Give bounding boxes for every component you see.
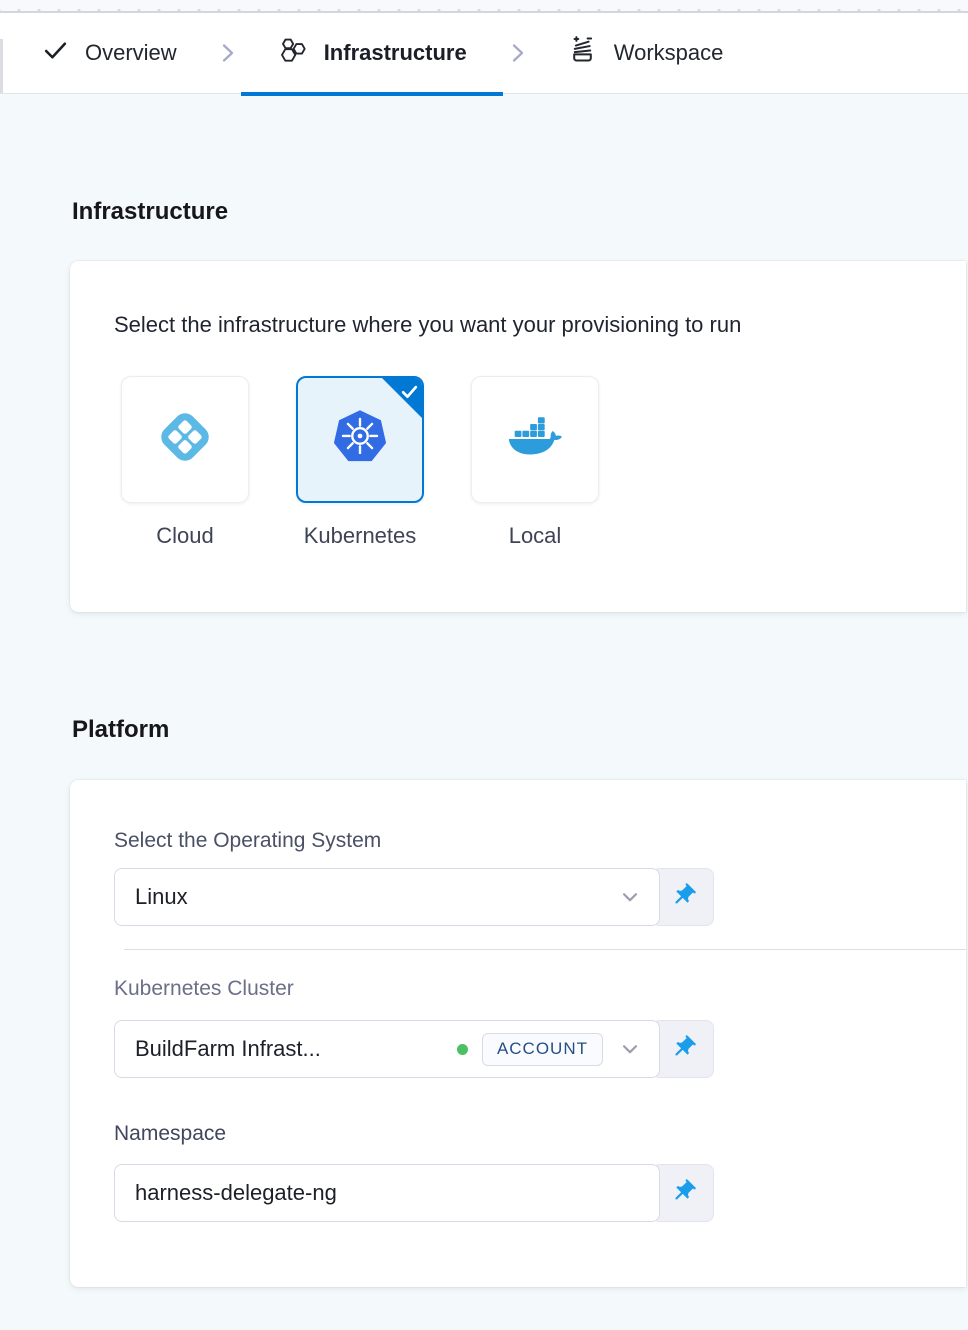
window-top-strip	[0, 0, 968, 13]
chevron-down-icon	[619, 1038, 641, 1060]
namespace-input[interactable]	[114, 1164, 660, 1222]
docker-whale-icon	[504, 406, 566, 473]
os-select-group: Linux	[114, 868, 714, 926]
pushpin-icon	[670, 1178, 697, 1208]
field-divider	[124, 949, 966, 950]
os-pin-button[interactable]	[652, 868, 714, 926]
infrastructure-section-title: Infrastructure	[72, 198, 968, 226]
option-label-local: Local	[509, 523, 562, 549]
wizard-tabbar: Overview Infrastructure	[0, 13, 968, 94]
tab-overview[interactable]: Overview	[6, 13, 213, 93]
tab-label: Workspace	[614, 40, 724, 66]
cluster-select-value: BuildFarm Infrast...	[135, 1036, 321, 1062]
os-field-label: Select the Operating System	[114, 828, 922, 853]
cluster-select[interactable]: BuildFarm Infrast... ACCOUNT	[114, 1020, 660, 1078]
panel-edge	[0, 39, 3, 93]
cluster-pin-button[interactable]	[652, 1020, 714, 1078]
os-select-value: Linux	[135, 884, 188, 910]
os-select[interactable]: Linux	[114, 868, 660, 926]
infrastructure-options: Cloud	[121, 376, 922, 549]
namespace-field-label: Namespace	[114, 1121, 922, 1146]
tab-infrastructure[interactable]: Infrastructure	[241, 13, 503, 93]
platform-section-title: Platform	[72, 716, 968, 744]
chevron-right-icon	[213, 41, 241, 65]
option-label-cloud: Cloud	[156, 523, 213, 549]
tab-workspace[interactable]: Workspace	[531, 13, 760, 93]
pushpin-icon	[670, 882, 697, 912]
scope-badge: ACCOUNT	[482, 1033, 603, 1066]
tab-label: Infrastructure	[324, 40, 467, 66]
infrastructure-prompt: Select the infrastructure where you want…	[114, 311, 922, 338]
hexagons-icon	[277, 35, 308, 72]
namespace-pin-button[interactable]	[652, 1164, 714, 1222]
namespace-input-group	[114, 1164, 714, 1222]
pushpin-icon	[670, 1034, 697, 1064]
stack-icon	[567, 35, 598, 72]
chevron-right-icon	[503, 41, 531, 65]
infrastructure-card: Select the infrastructure where you want…	[70, 261, 966, 612]
selected-check-icon	[400, 382, 419, 406]
platform-card: Select the Operating System Linux Kubern…	[70, 780, 966, 1287]
cluster-field-label: Kubernetes Cluster	[114, 976, 922, 1001]
cloud-icon	[153, 405, 217, 474]
check-icon	[42, 37, 69, 70]
tab-label: Overview	[85, 40, 177, 66]
option-tile-local[interactable]	[471, 376, 599, 503]
option-tile-cloud[interactable]	[121, 376, 249, 503]
option-tile-kubernetes[interactable]	[296, 376, 424, 503]
connector-status-dot	[457, 1044, 468, 1055]
chevron-down-icon	[619, 886, 641, 908]
cluster-select-group: BuildFarm Infrast... ACCOUNT	[114, 1020, 714, 1078]
option-label-kubernetes: Kubernetes	[304, 523, 417, 549]
